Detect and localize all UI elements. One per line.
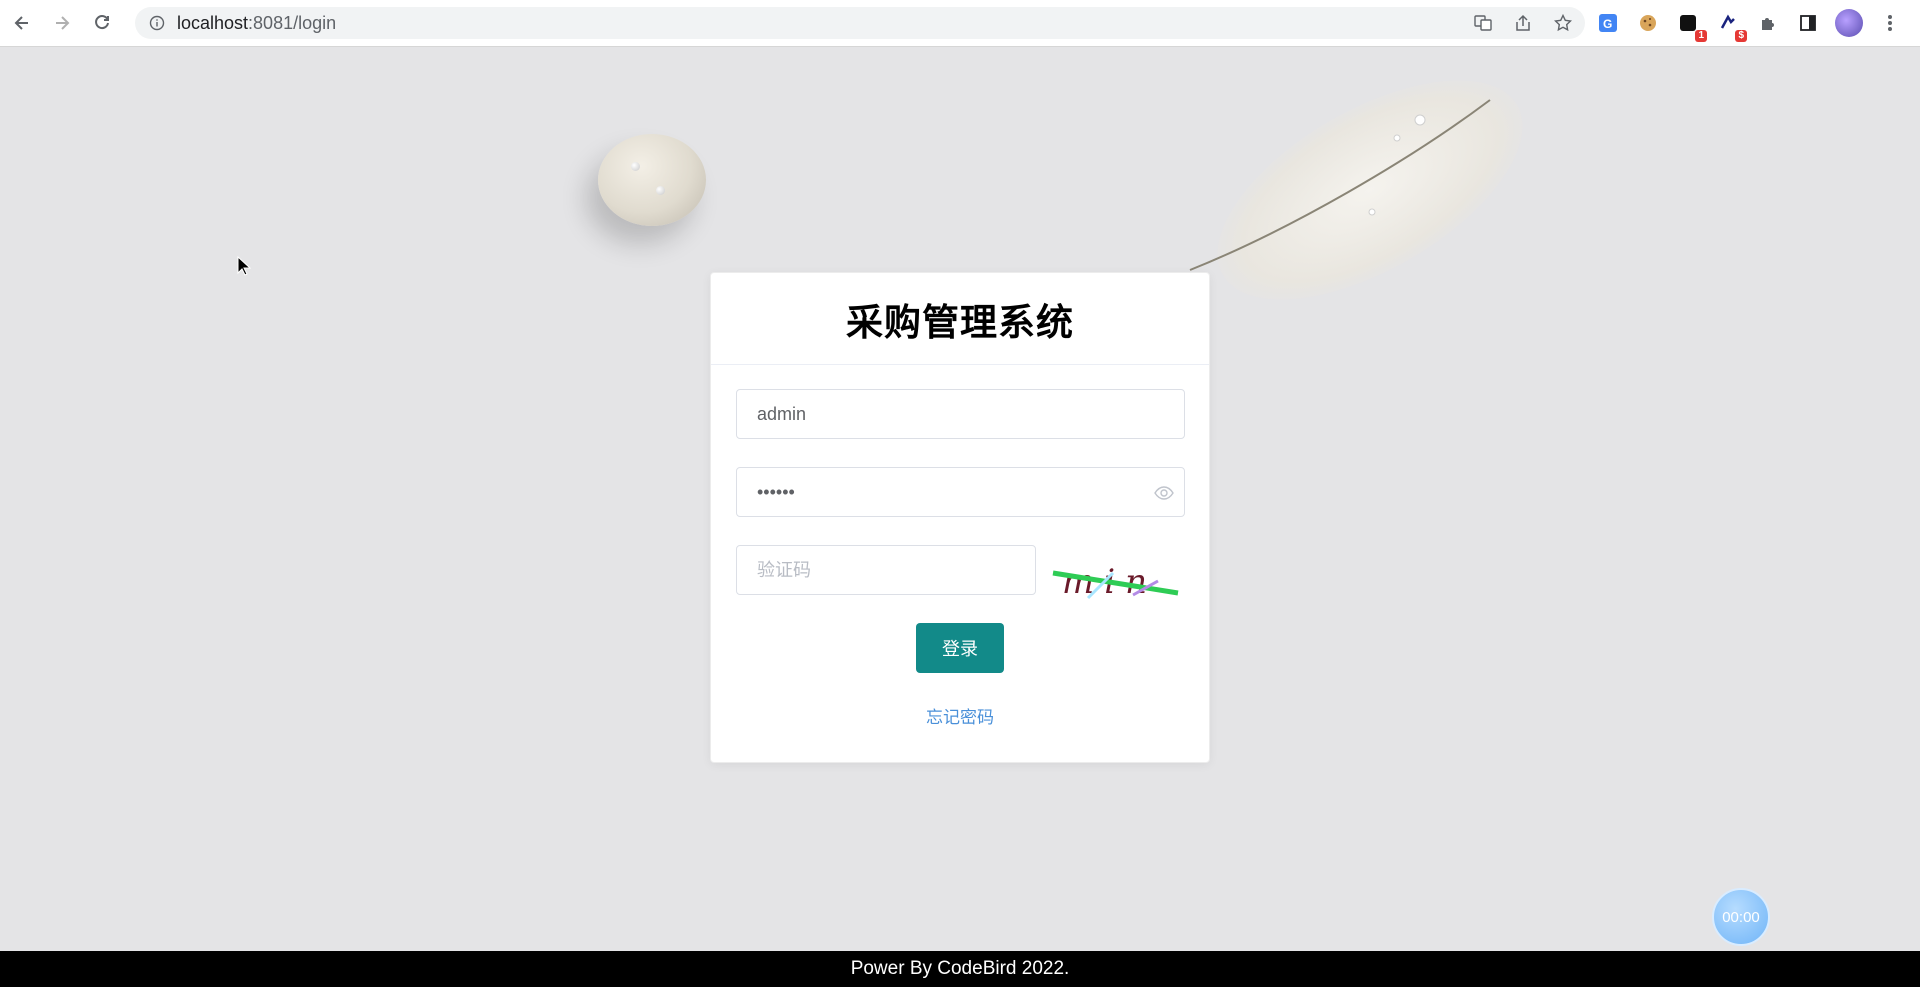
captcha-input[interactable]	[737, 546, 1035, 594]
cookie-extension-icon[interactable]	[1635, 10, 1661, 36]
address-bar[interactable]: localhost:8081/login	[135, 7, 1585, 39]
side-panel-icon[interactable]	[1795, 10, 1821, 36]
captcha-image[interactable]: min	[1048, 553, 1183, 603]
url-text: localhost:8081/login	[177, 12, 337, 33]
captcha-field[interactable]	[736, 545, 1036, 595]
share-icon[interactable]	[1511, 11, 1535, 35]
browser-menu-icon[interactable]	[1877, 10, 1903, 36]
password-input[interactable]	[737, 468, 1184, 516]
reload-icon[interactable]	[84, 5, 120, 41]
footer-text: Power By CodeBird 2022.	[850, 958, 1070, 979]
footer: Power By CodeBird 2022.	[0, 951, 1920, 987]
login-card: 采购管理系统 min 登录 忘记密码	[710, 272, 1210, 763]
timer-bubble[interactable]: 00:00	[1712, 888, 1770, 946]
profile-avatar[interactable]	[1835, 9, 1863, 37]
pebble-decoration	[598, 134, 706, 226]
browser-toolbar: localhost:8081/login G 1 $	[0, 0, 1920, 47]
password-field[interactable]	[736, 467, 1185, 517]
back-icon[interactable]	[4, 5, 40, 41]
card-header: 采购管理系统	[711, 273, 1209, 365]
page-title: 采购管理系统	[846, 301, 1074, 343]
login-button[interactable]: 登录	[916, 623, 1004, 673]
extension-badge-icon[interactable]: 1	[1675, 10, 1707, 42]
puzzle-extensions-icon[interactable]	[1755, 10, 1781, 36]
translate-icon[interactable]	[1471, 11, 1495, 35]
google-translate-extension-icon[interactable]: G	[1595, 10, 1621, 36]
bookmark-star-icon[interactable]	[1551, 11, 1575, 35]
feather-decoration	[1189, 80, 1523, 300]
username-field[interactable]	[736, 389, 1185, 439]
forward-icon[interactable]	[44, 5, 80, 41]
site-info-icon[interactable]	[149, 15, 165, 31]
dollar-extension-icon[interactable]: $	[1715, 10, 1747, 42]
username-input[interactable]	[737, 390, 1184, 438]
svg-text:G: G	[1603, 17, 1612, 31]
forgot-password-link[interactable]: 忘记密码	[711, 703, 1209, 728]
cursor-icon	[237, 256, 251, 276]
eye-icon[interactable]	[1154, 484, 1174, 502]
